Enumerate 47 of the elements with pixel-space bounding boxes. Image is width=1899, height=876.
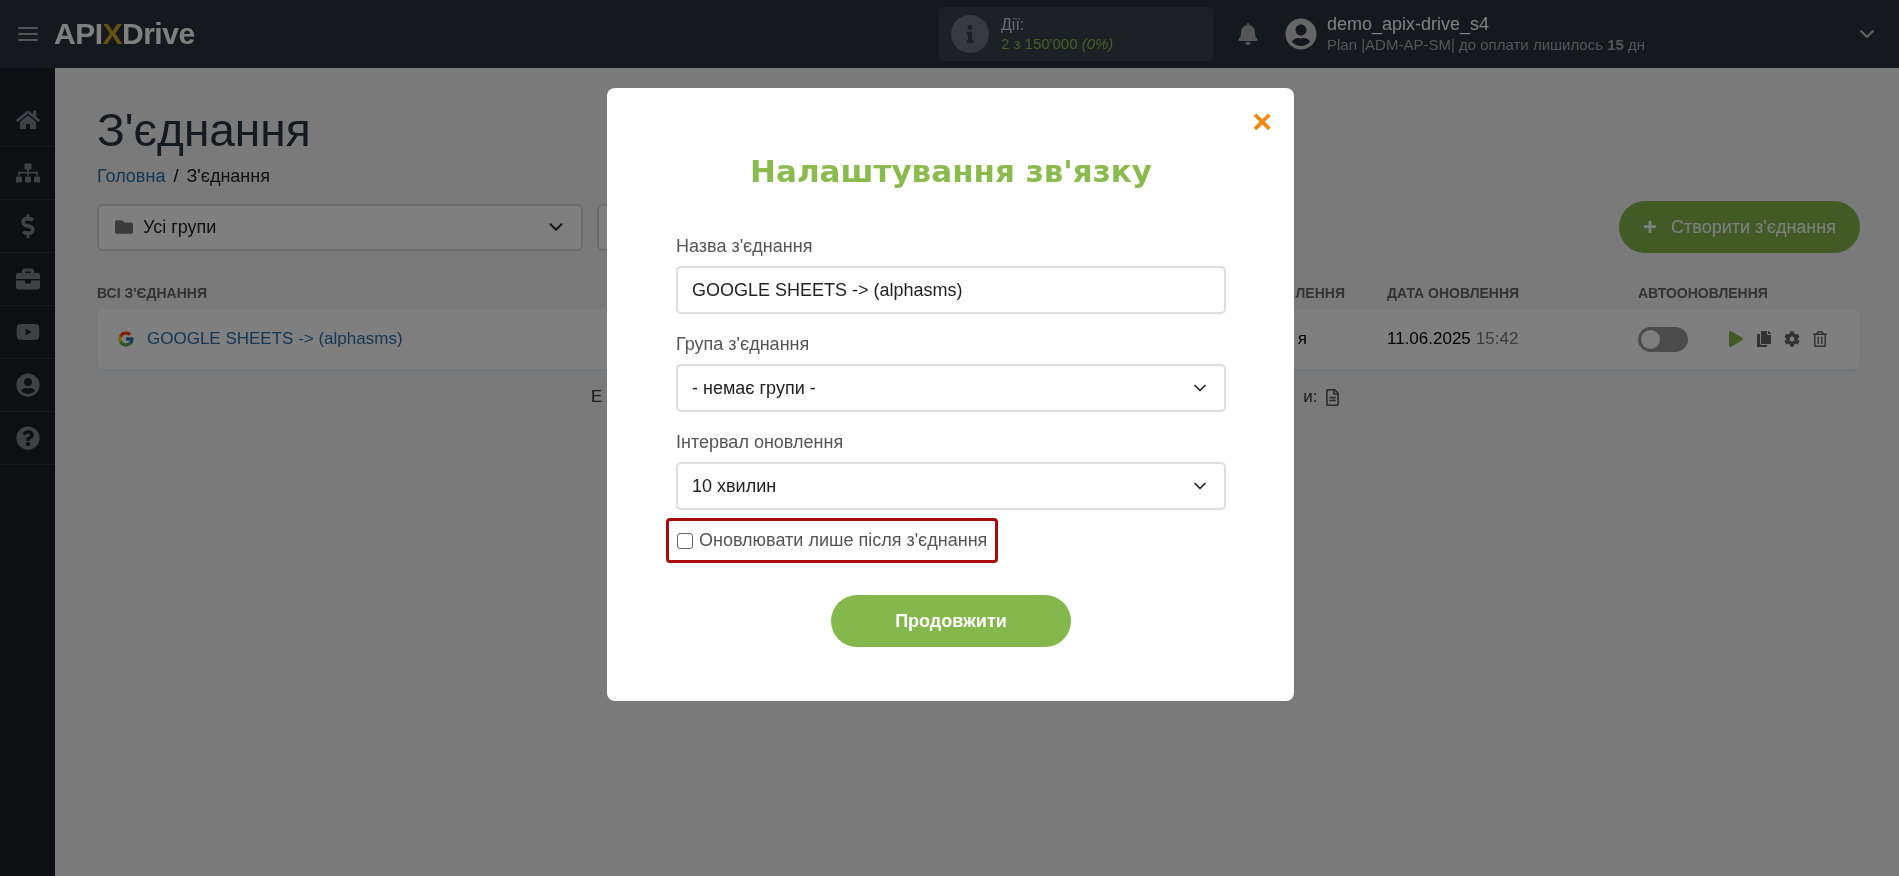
select-field[interactable]: - немає групи - xyxy=(676,364,1226,412)
table-cell-text: я xyxy=(1297,329,1308,350)
breadcrumb-separator: / xyxy=(173,166,179,188)
text-fragment: и: xyxy=(1303,387,1318,408)
column-header: ЛЕННЯ xyxy=(1295,285,1346,302)
avatar-icon[interactable] xyxy=(1285,18,1317,50)
folder-icon xyxy=(115,218,133,237)
logo[interactable]: APIXDrive xyxy=(54,17,195,51)
user-icon xyxy=(15,373,40,397)
briefcase-icon xyxy=(15,267,40,291)
close-button[interactable]: × xyxy=(1252,104,1272,138)
actions-label: Дії: xyxy=(1001,15,1026,35)
play-icon[interactable] xyxy=(1728,331,1744,348)
autoupdate-toggle[interactable] xyxy=(1638,326,1688,352)
field-label: Назва з'єднання xyxy=(676,236,814,257)
text-fragment: Е xyxy=(591,387,603,408)
user-name: demo_apix-drive_s4 xyxy=(1327,14,1491,36)
trash-icon[interactable] xyxy=(1812,331,1828,348)
plan-info: Plan |ADM-AP-SM| до оплати лишилось 15 дн xyxy=(1327,35,1646,54)
actions-count: 2 з 150'000 (0%) xyxy=(1001,34,1114,53)
column-header: ДАТА ОНОВЛЕННЯ xyxy=(1387,285,1520,302)
dialog-title: Налаштування зв'язку xyxy=(749,153,1153,189)
sitemap-icon xyxy=(15,161,40,185)
checkbox[interactable] xyxy=(677,532,693,549)
google-icon xyxy=(117,330,135,349)
column-header: ВСІ З'ЄДНАННЯ xyxy=(97,285,207,302)
settings-icon[interactable] xyxy=(1784,331,1800,348)
column-header: АВТООНОВЛЕННЯ xyxy=(1638,285,1768,302)
select-field[interactable]: 10 хвилин xyxy=(676,462,1226,510)
update-date: 11.06.2025 xyxy=(1387,329,1471,350)
breadcrumb-link[interactable]: Головна xyxy=(97,166,166,188)
help-icon xyxy=(15,426,40,450)
breadcrumb-text: З'єднання xyxy=(186,166,270,188)
checkbox-label: Оновлювати лише після з'єднання xyxy=(699,530,988,551)
group-select[interactable]: Усі групи xyxy=(97,203,583,251)
info-icon xyxy=(951,15,989,53)
bell-icon[interactable] xyxy=(1237,23,1259,45)
update-time: 15:42 xyxy=(1475,329,1519,350)
input-field[interactable]: GOOGLE SHEETS -> (alphasms) xyxy=(676,266,1226,314)
page-title: З'єднання xyxy=(97,103,311,158)
field-label: Інтервал оновлення xyxy=(676,432,845,453)
document-icon[interactable] xyxy=(1323,388,1341,406)
connection-link[interactable]: GOOGLE SHEETS -> (alphasms) xyxy=(147,329,403,350)
home-icon xyxy=(15,108,40,132)
field-label: Група з'єднання xyxy=(676,334,811,355)
continue-button[interactable]: Продовжити xyxy=(831,595,1071,647)
copy-icon[interactable] xyxy=(1756,331,1772,348)
